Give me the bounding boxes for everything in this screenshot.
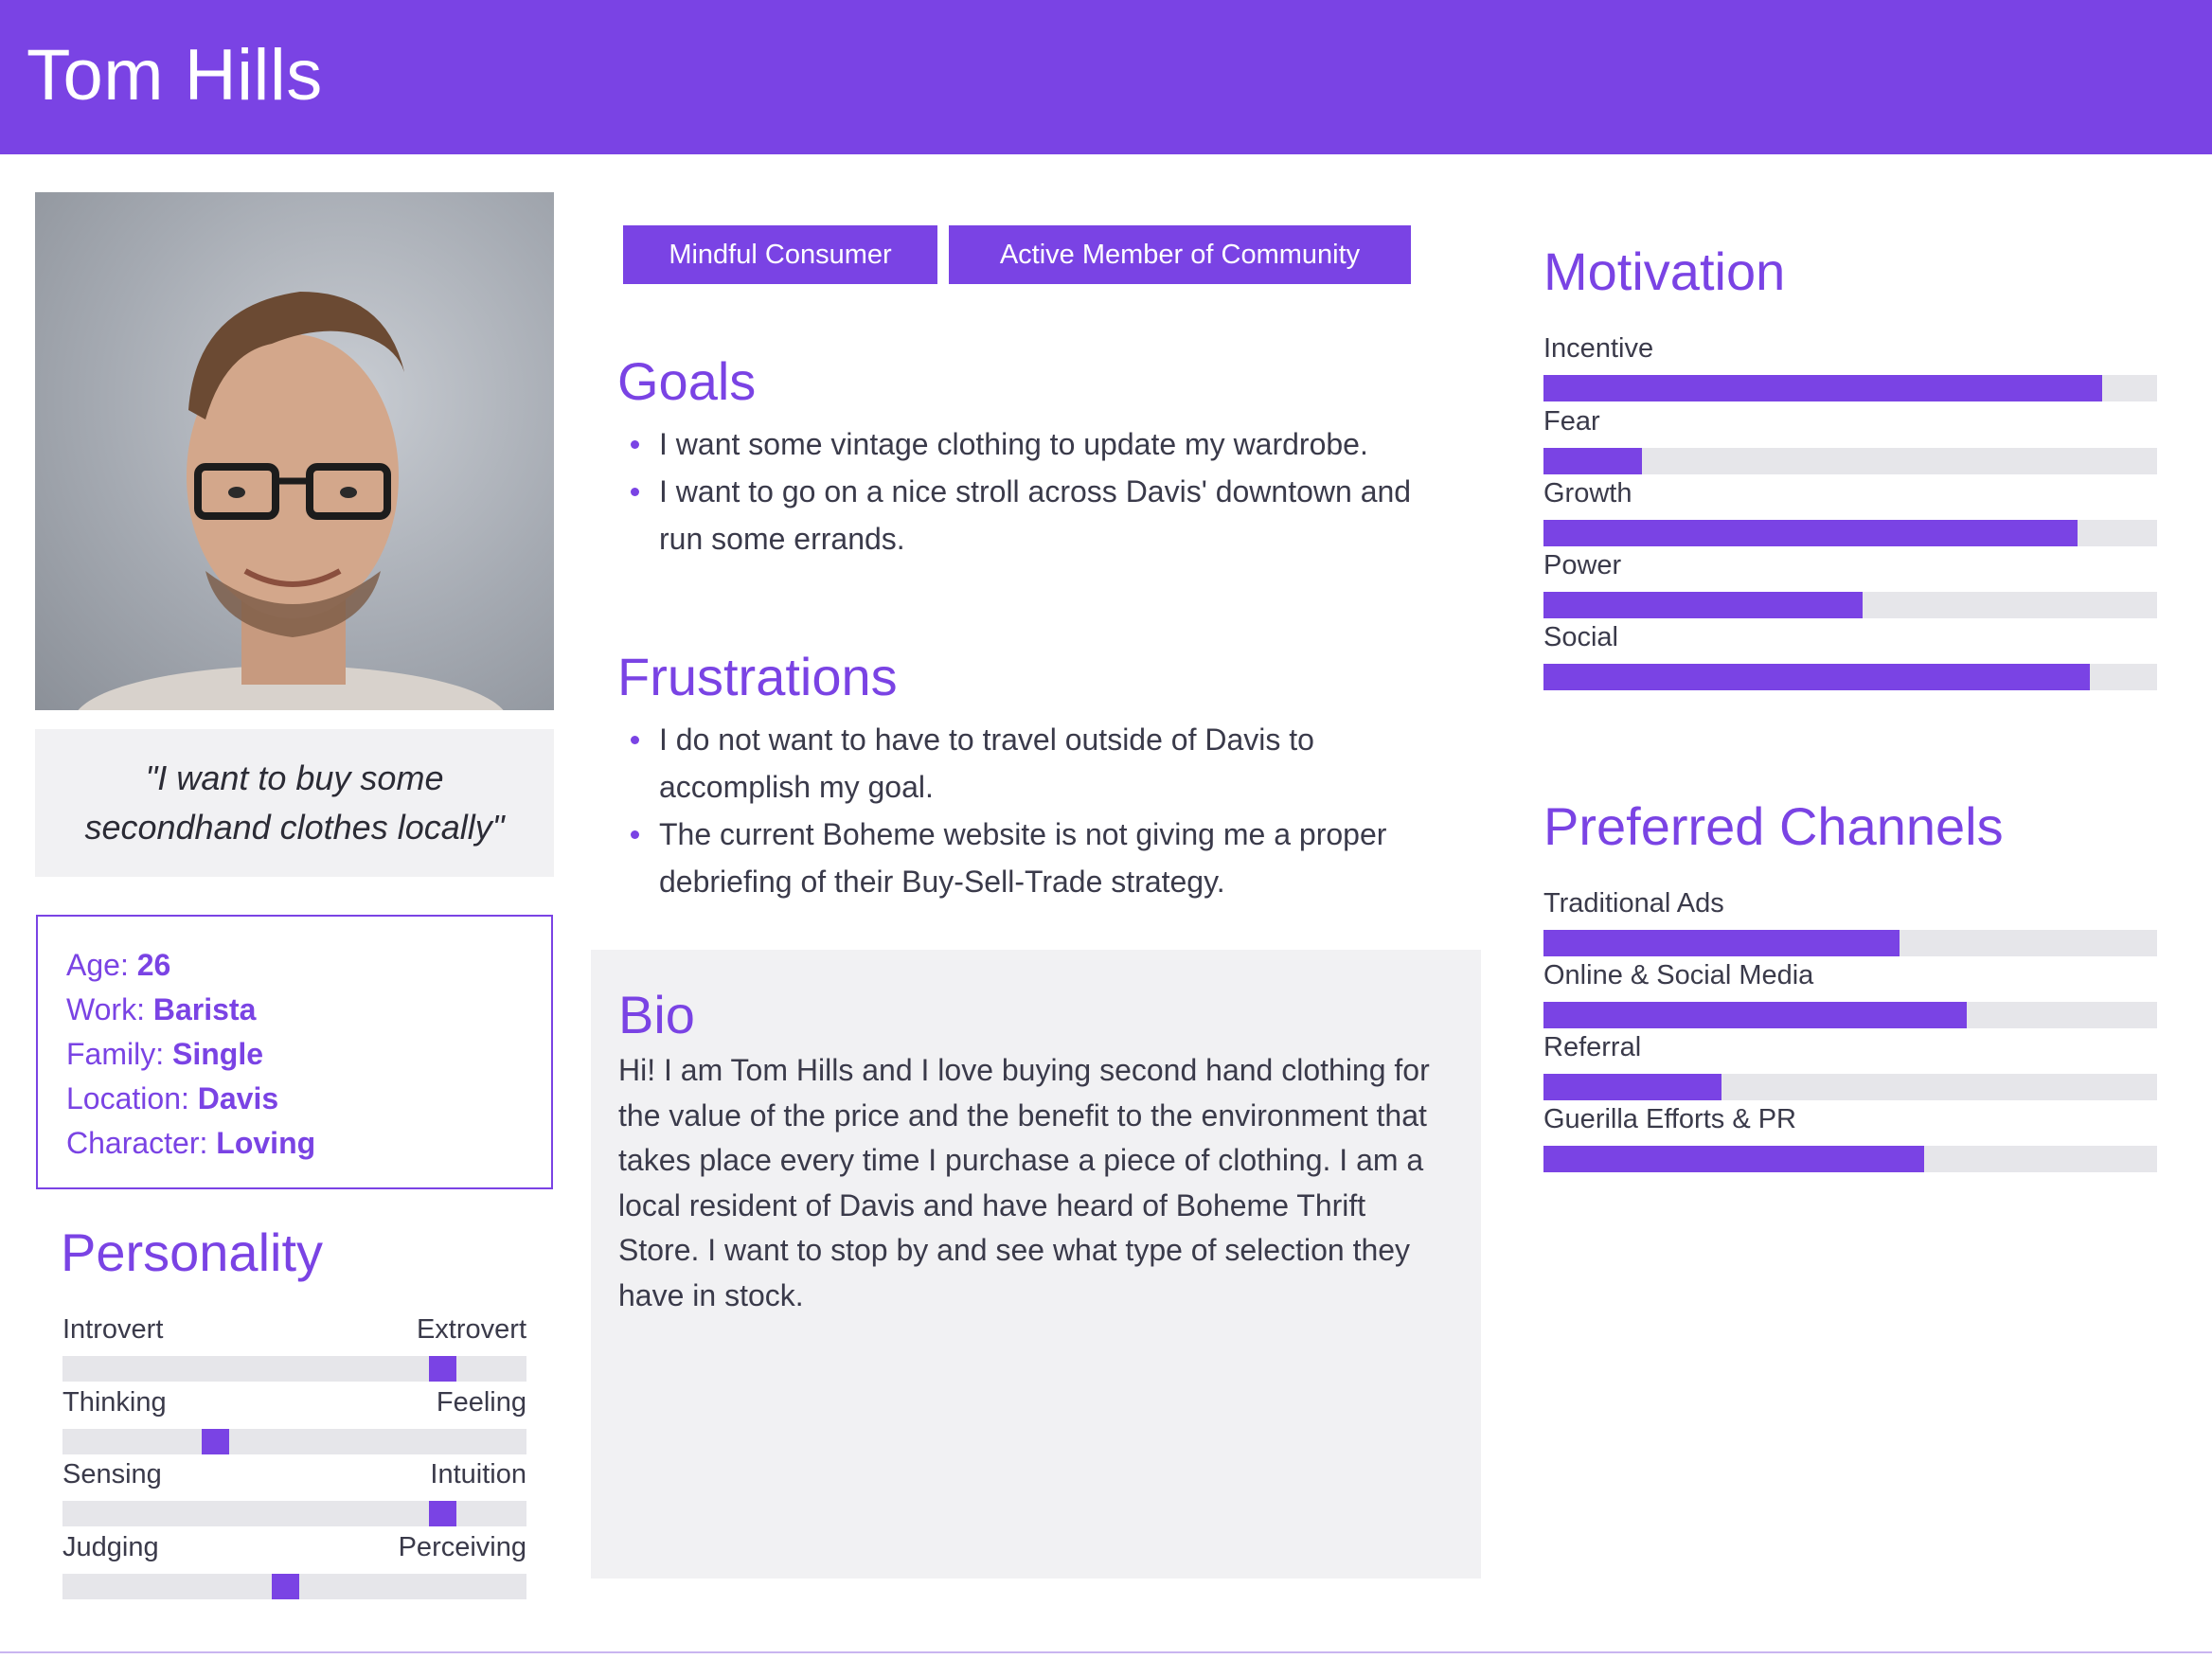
personality-scale-sensing-intuition: Sensing Intuition [62,1457,526,1526]
motivation-social: Social [1543,620,2157,690]
channels-title: Preferred Channels [1543,796,2004,856]
bar-fill [1543,1074,1721,1100]
frustrations-title: Frustrations [617,647,898,706]
info-character: Character: Loving [66,1126,316,1160]
personality-scale-judging-perceiving: Judging Perceiving [62,1530,526,1599]
personality-knob [202,1429,229,1454]
persona-photo [35,192,554,710]
personality-knob [272,1574,299,1599]
personality-scale-thinking-feeling: Thinking Feeling [62,1385,526,1454]
list-item: I want to go on a nice stroll across Dav… [625,468,1458,562]
personality-knob [429,1356,456,1382]
header-bar: Tom Hills [0,0,2212,154]
motivation-title: Motivation [1543,241,1786,301]
goals-list: I want some vintage clothing to update m… [625,420,1458,562]
motivation-fear: Fear [1543,404,2157,474]
persona-name: Tom Hills [27,35,323,116]
channel-guerilla: Guerilla Efforts & PR [1543,1102,2157,1172]
motivation-power: Power [1543,548,2157,618]
list-item: I do not want to have to travel outside … [625,716,1458,811]
channel-referral: Referral [1543,1030,2157,1100]
bar-fill [1543,375,2102,401]
bar-fill [1543,1002,1968,1028]
channel-traditional-ads: Traditional Ads [1543,886,2157,956]
persona-page: Tom Hills "I want to buy some secondhand… [0,0,2212,1659]
bottom-divider [0,1651,2212,1653]
info-age: Age: 26 [66,948,171,982]
tag-mindful-consumer: Mindful Consumer [623,225,937,284]
info-work: Work: Barista [66,992,257,1026]
tag-active-member: Active Member of Community [949,225,1411,284]
bar-fill [1543,448,1642,474]
info-family: Family: Single [66,1037,264,1071]
info-location: Location: Davis [66,1081,279,1115]
channel-online-social: Online & Social Media [1543,958,2157,1028]
personality-scale-introvert-extrovert: Introvert Extrovert [62,1312,526,1382]
list-item: The current Boheme website is not giving… [625,811,1458,905]
bar-fill [1543,592,1863,618]
persona-quote: "I want to buy some secondhand clothes l… [35,729,554,877]
bar-fill [1543,664,2090,690]
personality-knob [429,1501,456,1526]
bio-text: Hi! I am Tom Hills and I love buying sec… [618,1053,1430,1312]
bar-fill [1543,1146,1924,1172]
bio-title: Bio [618,985,695,1044]
motivation-growth: Growth [1543,476,2157,546]
bar-fill [1543,930,1900,956]
list-item: I want some vintage clothing to update m… [625,420,1458,468]
bar-fill [1543,520,2078,546]
frustrations-list: I do not want to have to travel outside … [625,716,1458,905]
personality-title: Personality [61,1222,324,1282]
bio-panel: Bio Hi! I am Tom Hills and I love buying… [591,950,1481,1579]
goals-title: Goals [617,351,757,411]
demographics-box: Age: 26 Work: Barista Family: Single Loc… [36,915,553,1189]
motivation-incentive: Incentive [1543,331,2157,401]
